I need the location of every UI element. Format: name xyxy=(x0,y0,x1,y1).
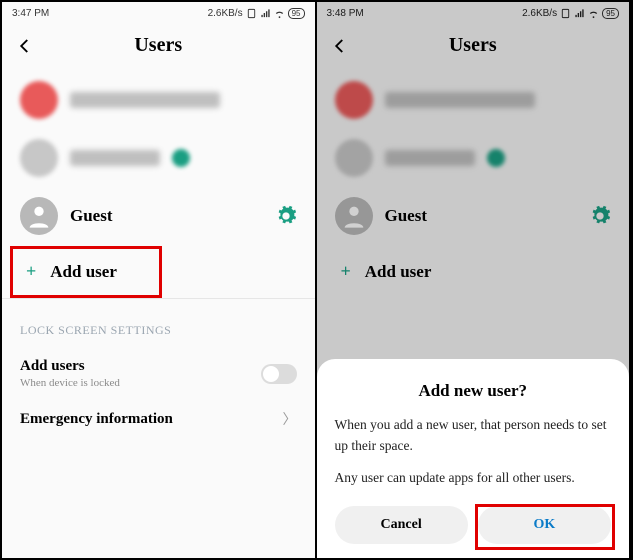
ok-button[interactable]: OK xyxy=(478,506,611,544)
page-title: Users xyxy=(34,34,301,57)
back-icon[interactable] xyxy=(16,37,34,55)
plus-icon: + xyxy=(26,261,36,282)
screen-left: 3:47 PM 2.6KB/s 95 Users xyxy=(2,2,317,558)
signal-icon xyxy=(260,8,271,19)
battery-icon: 95 xyxy=(602,8,619,19)
screen-right: 3:48 PM 2.6KB/s 95 Users xyxy=(317,2,632,558)
sim-icon xyxy=(246,8,257,19)
add-user-label: Add user xyxy=(365,262,432,282)
avatar xyxy=(335,139,373,177)
dialog-buttons: Cancel OK xyxy=(335,506,612,544)
section-label: LOCK SCREEN SETTINGS xyxy=(2,319,315,348)
setting-emergency-info[interactable]: Emergency information 〉 xyxy=(2,399,315,439)
avatar xyxy=(335,81,373,119)
wifi-icon xyxy=(588,8,599,19)
gear-icon[interactable] xyxy=(275,205,297,227)
guest-label: Guest xyxy=(385,206,578,226)
dialog-add-new-user: Add new user? When you add a new user, t… xyxy=(317,359,630,558)
guest-avatar-icon xyxy=(20,197,58,235)
dialog-title: Add new user? xyxy=(335,381,612,401)
signal-icon xyxy=(574,8,585,19)
user-row-guest: Guest xyxy=(317,187,630,245)
setting-title: Add users xyxy=(20,358,251,375)
toggle-off[interactable] xyxy=(261,364,297,384)
avatar xyxy=(20,139,58,177)
cancel-button[interactable]: Cancel xyxy=(335,506,468,544)
user-name-blurred xyxy=(385,150,475,166)
chevron-right-icon: 〉 xyxy=(283,409,297,429)
setting-title: Emergency information xyxy=(20,411,273,428)
page-title: Users xyxy=(349,34,616,57)
status-time: 3:47 PM xyxy=(12,8,49,19)
user-row-1[interactable] xyxy=(2,71,315,129)
user-row-2[interactable] xyxy=(2,129,315,187)
user-row-2 xyxy=(317,129,630,187)
user-name-blurred xyxy=(70,92,220,108)
avatar xyxy=(20,81,58,119)
wifi-icon xyxy=(274,8,285,19)
header: Users xyxy=(317,24,630,71)
header: Users xyxy=(2,24,315,71)
guest-label: Guest xyxy=(70,206,263,226)
status-time: 3:48 PM xyxy=(327,8,364,19)
sim-icon xyxy=(560,8,571,19)
guest-avatar-icon xyxy=(335,197,373,235)
setting-add-users-locked[interactable]: Add users When device is locked xyxy=(2,348,315,399)
add-user-button[interactable]: + Add user xyxy=(2,245,315,299)
user-row-guest[interactable]: Guest xyxy=(2,187,315,245)
status-bar: 3:47 PM 2.6KB/s 95 xyxy=(2,2,315,24)
user-name-blurred xyxy=(385,92,535,108)
status-right: 2.6KB/s 95 xyxy=(522,8,619,19)
user-row-1 xyxy=(317,71,630,129)
back-icon[interactable] xyxy=(331,37,349,55)
add-user-button: + Add user xyxy=(317,245,630,298)
dialog-body: When you add a new user, that person nee… xyxy=(335,415,612,488)
user-name-blurred xyxy=(70,150,160,166)
badge-icon xyxy=(487,149,505,167)
setting-subtitle: When device is locked xyxy=(20,377,251,389)
status-right: 2.6KB/s 95 xyxy=(208,8,305,19)
badge-icon xyxy=(172,149,190,167)
gear-icon xyxy=(589,205,611,227)
plus-icon: + xyxy=(341,261,351,282)
battery-icon: 95 xyxy=(288,8,305,19)
status-bar: 3:48 PM 2.6KB/s 95 xyxy=(317,2,630,24)
add-user-label: Add user xyxy=(50,262,117,282)
